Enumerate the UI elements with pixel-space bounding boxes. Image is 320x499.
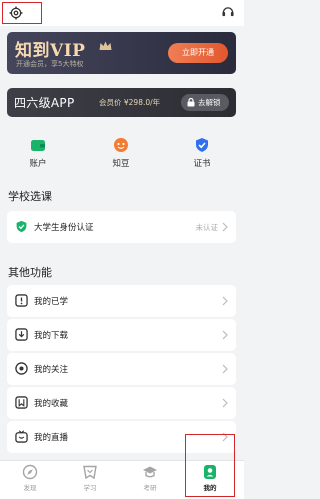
school-section-title: 学校选课	[8, 190, 52, 203]
my-live-label: 我的直播	[34, 433, 69, 443]
account-label: 账户	[29, 159, 47, 169]
lock-icon	[187, 98, 195, 107]
favorite-icon	[15, 396, 28, 409]
wallet-row: 账户 知豆 证书	[0, 130, 244, 178]
settings-button[interactable]	[2, 2, 42, 24]
discover-icon	[22, 464, 38, 480]
my-favorites-row[interactable]: 我的收藏	[7, 387, 236, 419]
my-learned-label: 我的已学	[34, 297, 69, 307]
my-downloads-row[interactable]: 我的下载	[7, 319, 236, 351]
vip-subtitle: 开通会员，享5大特权	[16, 60, 84, 68]
certificate-label: 证书	[193, 159, 211, 169]
nav-graduate-exam[interactable]: 考研	[126, 464, 174, 492]
verified-shield-icon	[16, 220, 27, 233]
vip-title: 知到VIP	[15, 41, 86, 61]
open-vip-button[interactable]: 立即开通	[168, 43, 228, 63]
cet-app-banner[interactable]: 四六级APP 会员价 ¥298.0/年 去解锁	[7, 88, 236, 117]
nav-study-label: 学习	[83, 484, 97, 492]
gear-icon	[9, 6, 23, 20]
vip-banner[interactable]: 知到VIP 开通会员，享5大特权 立即开通	[7, 32, 236, 74]
unlock-label: 去解锁	[198, 98, 221, 107]
chevron-right-icon	[222, 364, 228, 374]
my-learned-row[interactable]: 我的已学	[7, 285, 236, 317]
my-follows-label: 我的关注	[34, 365, 69, 375]
zhidou-entry[interactable]: 知豆	[91, 130, 151, 169]
live-tv-icon	[15, 430, 28, 443]
certificate-icon	[196, 138, 208, 152]
nav-study[interactable]: 学习	[66, 464, 114, 492]
nav-graduate-exam-label: 考研	[143, 484, 157, 492]
chevron-right-icon	[222, 398, 228, 408]
learned-icon	[15, 294, 28, 307]
my-downloads-label: 我的下载	[34, 331, 69, 341]
cet-title: 四六级APP	[14, 96, 75, 110]
follow-eye-icon	[15, 362, 28, 375]
chevron-right-icon	[222, 222, 228, 232]
nav-discover-label: 发现	[23, 484, 37, 492]
cet-member-price: 会员价 ¥298.0/年	[99, 98, 161, 107]
top-bar	[0, 0, 244, 26]
mine-tab-highlight	[185, 434, 235, 497]
my-follows-row[interactable]: 我的关注	[7, 353, 236, 385]
customer-service-headset-icon[interactable]	[221, 5, 235, 19]
wallet-icon	[31, 140, 45, 151]
crown-icon	[99, 41, 112, 50]
account-entry[interactable]: 账户	[8, 130, 68, 169]
nav-discover[interactable]: 发现	[6, 464, 54, 492]
certificate-entry[interactable]: 证书	[172, 130, 232, 169]
verification-label: 大学生身份认证	[34, 223, 94, 233]
student-verification-row[interactable]: 大学生身份认证 未认证	[7, 211, 236, 243]
zhidou-label: 知豆	[112, 159, 130, 169]
my-favorites-label: 我的收藏	[34, 399, 69, 409]
verification-status: 未认证	[195, 223, 219, 232]
other-section-title: 其他功能	[8, 266, 52, 279]
download-icon	[15, 328, 28, 341]
unlock-button[interactable]: 去解锁	[181, 94, 229, 111]
chevron-right-icon	[222, 330, 228, 340]
study-icon	[83, 465, 97, 480]
bean-icon	[114, 138, 128, 152]
chevron-right-icon	[222, 296, 228, 306]
graduate-cap-icon	[143, 466, 157, 478]
